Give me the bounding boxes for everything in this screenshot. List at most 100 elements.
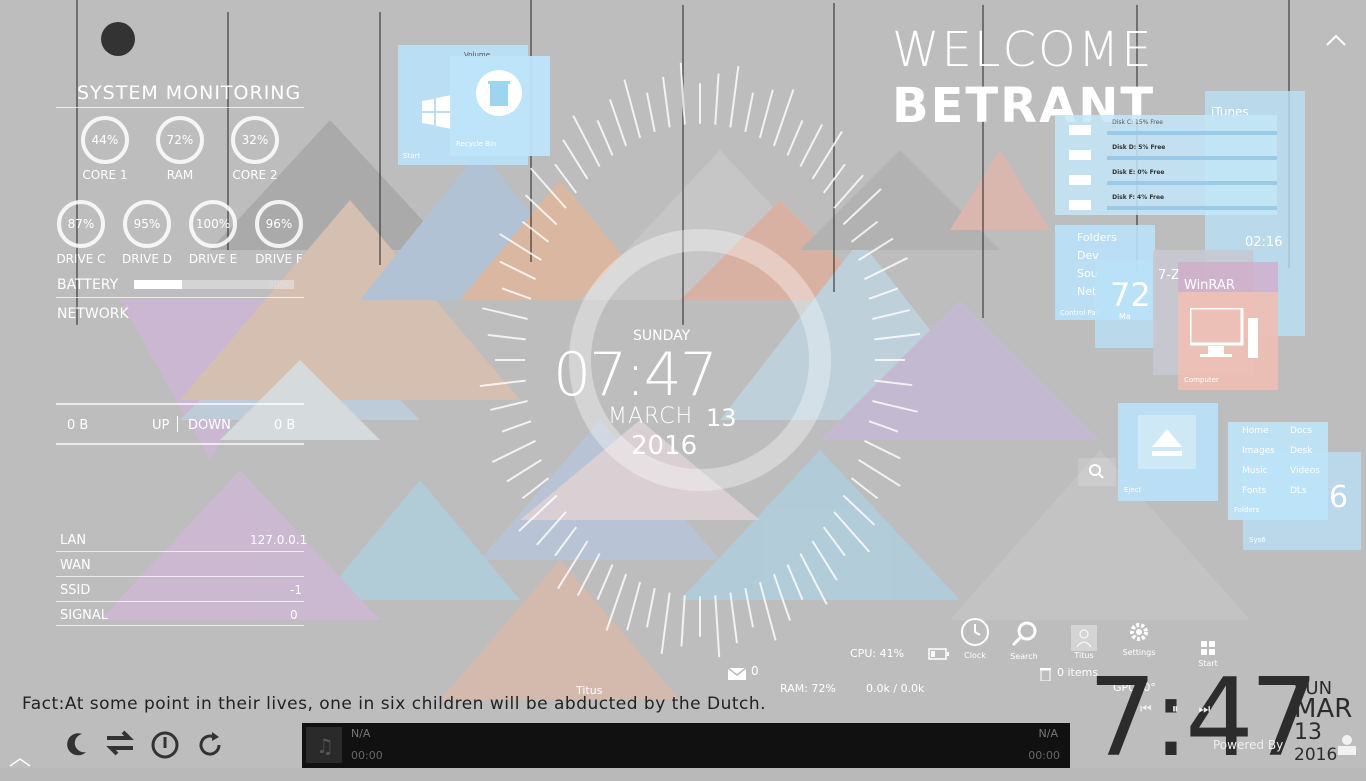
disk-bar <box>1107 181 1277 185</box>
net-left-value: 0 B <box>67 418 89 433</box>
clock-month: MARCH <box>608 404 694 429</box>
ram-value: 72% <box>166 133 194 147</box>
avatar <box>1071 625 1097 651</box>
sevenzip-label: 7-Z <box>1158 268 1180 283</box>
folder-docs[interactable]: Docs <box>1290 426 1312 436</box>
fact-text: Fact:At some point in their lives, one i… <box>22 694 767 714</box>
sys-footer: Sys6 <box>1249 536 1266 544</box>
computer-tile[interactable]: Computer <box>1178 292 1278 390</box>
switch-user-icon[interactable] <box>103 728 137 762</box>
ssid-label: SSID <box>60 583 91 598</box>
small-time: 02:16 <box>1245 235 1283 250</box>
system-monitor-title: SYSTEM MONITORING <box>77 82 302 104</box>
drive-icon <box>1069 149 1091 160</box>
divider <box>56 551 304 552</box>
magnifier-icon <box>1007 620 1041 652</box>
drive-f-value: 96% <box>265 217 293 231</box>
svg-text:♫: ♫ <box>316 734 334 758</box>
core1-gauge: 44% <box>81 116 129 164</box>
ram-readout: RAM: 72% <box>780 682 836 695</box>
drive-f-gauge: 96% <box>255 200 303 248</box>
drive-c-gauge: 87% <box>57 200 105 248</box>
drive-icon <box>1069 199 1091 210</box>
folder-dls[interactable]: DLs <box>1290 486 1307 496</box>
divider <box>56 107 304 108</box>
winrar-label: WinRAR <box>1184 278 1235 293</box>
recycle-bin-tile[interactable]: Recycle Bin <box>450 56 550 156</box>
media-player[interactable]: ♫ N/A 00:00 N/A 00:00 <box>302 723 1070 768</box>
eject-icon <box>1138 415 1196 469</box>
computer-icon <box>1188 306 1262 366</box>
search-button[interactable]: Search <box>1007 620 1041 661</box>
windows-logo-icon <box>422 95 452 133</box>
chevron-up-icon[interactable] <box>1325 32 1347 46</box>
net-down-label: DOWN <box>188 418 231 433</box>
pause-icon[interactable]: ⏸ <box>1172 702 1179 717</box>
folder-home[interactable]: Home <box>1242 426 1269 436</box>
core1-label: CORE 1 <box>82 168 128 182</box>
chevron-up-icon[interactable] <box>8 752 32 771</box>
folders-footer: Folders <box>1234 506 1260 514</box>
disk-text: Disk D: 5% Free <box>1112 144 1166 151</box>
power-icon[interactable] <box>150 730 180 764</box>
folder-music[interactable]: Music <box>1242 466 1268 476</box>
media-controls[interactable]: ⏮ ⏸ ⏭ <box>1140 702 1210 717</box>
mail-icon[interactable] <box>727 665 747 684</box>
recycle-bin-icon <box>476 70 522 120</box>
net-right-value: 0 B <box>274 418 296 433</box>
net-up-label: UP <box>152 418 170 433</box>
powered-by: Powered By <box>1213 738 1284 752</box>
previous-icon[interactable]: ⏮ <box>1140 702 1152 717</box>
mail-count: 0 <box>751 664 759 678</box>
track-title: N/A <box>351 727 371 740</box>
computer-label: Computer <box>1184 376 1219 384</box>
trash-icon <box>1040 666 1051 685</box>
titus-user-button[interactable]: Titus <box>1068 625 1100 660</box>
big-clock-year: 2016 <box>1294 745 1338 765</box>
winrar-tile[interactable]: WinRAR <box>1178 262 1278 293</box>
settings-button[interactable]: Settings <box>1120 620 1158 657</box>
network-tile-label: Net <box>1077 285 1097 298</box>
folder-fonts[interactable]: Fonts <box>1242 486 1266 496</box>
core2-value: 32% <box>241 133 269 147</box>
drive-d-gauge: 95% <box>123 200 171 248</box>
eject-tile[interactable]: Eject <box>1118 403 1218 501</box>
battery-fill <box>134 280 182 289</box>
clock-date: 13 <box>706 404 737 432</box>
folder-images[interactable]: Images <box>1242 446 1275 456</box>
start-tile-label: Start <box>403 152 421 160</box>
clock-button[interactable]: Clock <box>958 617 992 660</box>
battery-label: BATTERY <box>57 277 119 293</box>
drive-e-value: 100% <box>195 217 231 231</box>
ram-label: RAM <box>166 168 194 182</box>
mini-stat-value: 72 <box>1110 276 1151 314</box>
clock-time: 07:47 <box>553 340 718 410</box>
drive-f-label: DRIVE F <box>255 252 303 266</box>
search-icon[interactable] <box>1078 458 1116 486</box>
disk-bar <box>1107 206 1277 210</box>
folder-videos[interactable]: Videos <box>1290 466 1320 476</box>
moon-icon[interactable] <box>62 730 90 762</box>
disk-row-3: Disk F: 4% Free <box>1069 194 1269 213</box>
divider <box>56 297 304 298</box>
big-clock-date: 13 <box>1294 720 1322 745</box>
drive-icon <box>1069 124 1091 135</box>
clock-year: 2016 <box>631 431 698 461</box>
drive-d-label: DRIVE D <box>122 252 172 266</box>
ssid-value: -1 <box>290 583 302 597</box>
next-icon[interactable]: ⏭ <box>1198 702 1210 717</box>
restart-icon[interactable] <box>195 730 225 764</box>
mini-stat-label: Ma <box>1119 312 1131 321</box>
welcome-prefix: WELCOME <box>892 22 1154 78</box>
track-title-right: N/A <box>1038 727 1058 740</box>
lan-label: LAN <box>60 533 87 548</box>
folder-desk[interactable]: Desk <box>1290 446 1312 456</box>
divider <box>56 601 304 602</box>
disk-row-2: Disk E: 0% Free <box>1069 169 1269 188</box>
gear-icon <box>1120 620 1158 648</box>
core1-value: 44% <box>91 133 119 147</box>
signal-value: 0 <box>290 608 298 622</box>
net-separator <box>177 416 178 432</box>
disk-row-0: Disk C: 15% Free <box>1069 119 1269 138</box>
signal-label: SIGNAL <box>60 608 109 623</box>
